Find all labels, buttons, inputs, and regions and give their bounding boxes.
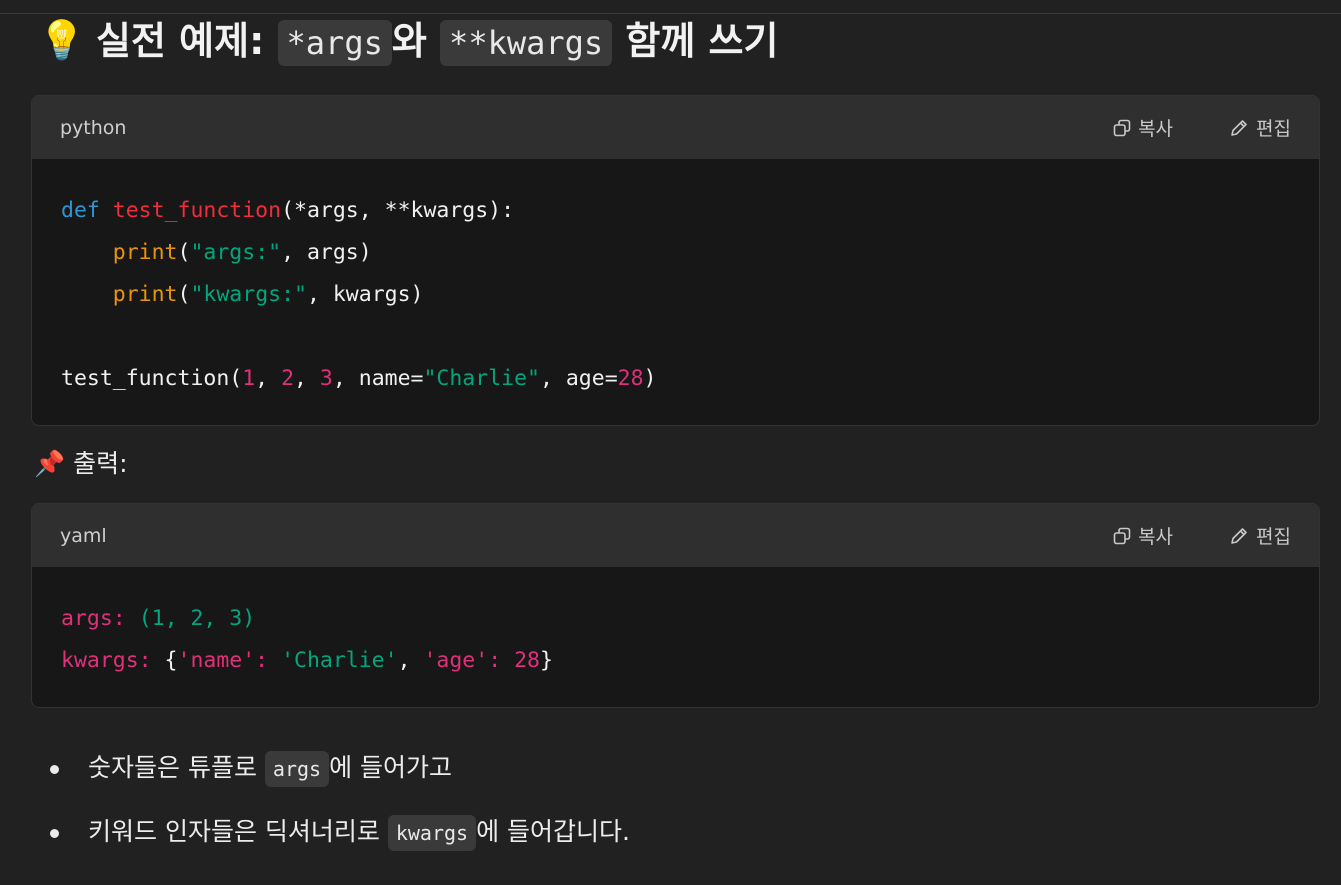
heading-code-args: *args [277, 20, 392, 66]
code-block-header: python 복사 편집 [32, 96, 1319, 159]
code-block-header: yaml 복사 편집 [32, 504, 1319, 567]
code-token: 'age' [423, 648, 489, 673]
code-token: "args:" [190, 240, 282, 265]
code-token: args: [61, 606, 126, 631]
code-token: print [112, 282, 178, 307]
code-token: , age= [539, 366, 618, 391]
code-token: kwargs: [61, 648, 152, 673]
copy-icon [1113, 119, 1131, 136]
code-token: , name= [332, 366, 424, 391]
heading-code-kwargs: **kwargs [440, 20, 613, 66]
copy-icon [1113, 527, 1131, 544]
heading-mid: 와 [391, 19, 427, 63]
code-line: print("kwargs:", kwargs) [61, 282, 424, 307]
code-token: test_function( [61, 366, 243, 391]
code-token: 3 [319, 366, 333, 391]
heading-suffix: 함께 쓰기 [625, 19, 779, 63]
code-token: : [255, 648, 282, 673]
code-token: , [294, 366, 320, 391]
heading-prefix: 실전 예제: [96, 19, 265, 63]
edit-button[interactable]: 편집 [1229, 114, 1291, 141]
edit-label: 편집 [1256, 526, 1291, 548]
inline-code: kwargs [387, 815, 477, 851]
copy-label: 복사 [1138, 526, 1174, 548]
inline-code: args [264, 751, 330, 787]
code-token: (1, 2, 3) [138, 606, 256, 631]
code-token: 28 [514, 648, 540, 673]
code-token: ) [643, 366, 657, 391]
edit-button[interactable]: 편집 [1229, 522, 1291, 549]
code-token: 28 [617, 366, 644, 391]
code-line: args: (1, 2, 3) [61, 606, 255, 631]
code-token: "Charlie" [423, 366, 540, 391]
code-line: kwargs: {'name': 'Charlie', 'age': 28} [61, 648, 553, 673]
pencil-icon [1231, 119, 1247, 136]
lightbulb-icon: 💡 [38, 17, 86, 62]
list-item: 키워드 인자들은 딕셔너리로 kwargs 에 들어갑니다. [0, 804, 630, 868]
yaml-code-block: yaml 복사 편집 args: (1, 2, 3) kwargs: {'nam… [31, 503, 1320, 708]
section-heading: 💡 실전 예제: *args 와 **kwargs 함께 쓰기 [38, 14, 778, 71]
pencil-icon [1231, 527, 1247, 544]
code-token: , [255, 366, 282, 391]
code-token: } [539, 648, 553, 673]
code-token: test_function [112, 198, 282, 223]
code-token: 'name' [177, 648, 256, 673]
output-label-text: 출력: [73, 449, 128, 478]
code-line: print("args:", args) [61, 240, 372, 265]
code-line: test_function(1, 2, 3, name="Charlie", a… [61, 366, 656, 391]
note-text: 키워드 인자들은 딕셔너리로 [88, 817, 388, 846]
code-token: 'Charlie' [281, 648, 398, 673]
code-token: 1 [242, 366, 256, 391]
code-token: , args) [281, 240, 372, 265]
copy-button[interactable]: 복사 [1113, 114, 1173, 141]
python-code-block: python 복사 편집 def test_function(*args, **… [31, 95, 1320, 426]
code-token: ( [177, 282, 191, 307]
code-token: print [112, 240, 178, 265]
code-content: args: (1, 2, 3) kwargs: {'name': 'Charli… [32, 567, 1319, 682]
code-token: : [488, 648, 515, 673]
note-text: 에 들어가고 [329, 753, 453, 782]
code-token: (*args, **kwargs): [281, 198, 515, 223]
list-item: 숫자들은 튜플로 args 에 들어가고 [0, 740, 630, 804]
code-line: def test_function(*args, **kwargs): [61, 198, 514, 223]
notes-list: 숫자들은 튜플로 args 에 들어가고 키워드 인자들은 딕셔너리로 kwarg… [0, 740, 630, 868]
code-token: { [151, 648, 178, 673]
code-language-label: yaml [60, 524, 107, 547]
code-token: "kwargs:" [190, 282, 307, 307]
output-label: 📌 출력: [34, 446, 128, 482]
pushpin-icon: 📌 [34, 449, 66, 478]
code-token: def [61, 198, 100, 223]
note-text: 숫자들은 튜플로 [88, 753, 265, 782]
copy-label: 복사 [1138, 118, 1174, 140]
edit-label: 편집 [1256, 118, 1291, 140]
copy-button[interactable]: 복사 [1113, 522, 1173, 549]
code-token: 2 [281, 366, 295, 391]
code-content: def test_function(*args, **kwargs): prin… [32, 159, 1319, 400]
note-text: 에 들어갑니다. [476, 817, 630, 846]
code-token: , kwargs) [306, 282, 424, 307]
code-token: , [397, 648, 424, 673]
code-token: ( [177, 240, 191, 265]
code-language-label: python [60, 116, 127, 139]
